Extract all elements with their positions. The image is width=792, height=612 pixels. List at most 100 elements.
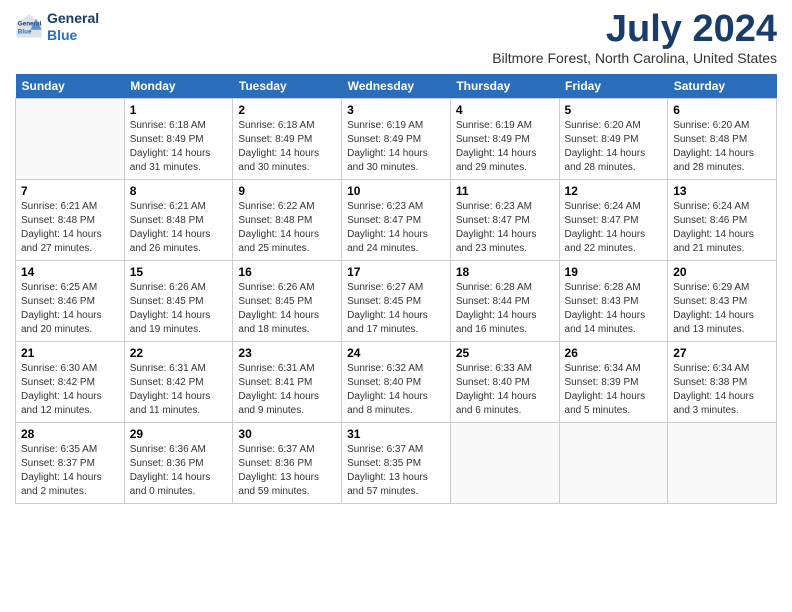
logo-icon: General Blue: [15, 13, 43, 41]
cell-content: Sunrise: 6:25 AMSunset: 8:46 PMDaylight:…: [21, 281, 119, 337]
day-number: 14: [21, 265, 119, 279]
cell-content: Sunrise: 6:27 AMSunset: 8:45 PMDaylight:…: [347, 281, 445, 337]
calendar-cell: 23 Sunrise: 6:31 AMSunset: 8:41 PMDayligh…: [233, 342, 342, 423]
cell-content: Sunrise: 6:21 AMSunset: 8:48 PMDaylight:…: [21, 200, 119, 256]
day-number: 26: [565, 346, 663, 360]
day-number: 10: [347, 184, 445, 198]
logo-general: General: [47, 10, 99, 27]
calendar-cell: [668, 423, 777, 504]
cell-content: Sunrise: 6:31 AMSunset: 8:42 PMDaylight:…: [130, 362, 228, 418]
day-number: 9: [238, 184, 336, 198]
calendar-cell: 2 Sunrise: 6:18 AMSunset: 8:49 PMDaylight…: [233, 99, 342, 180]
cell-content: Sunrise: 6:34 AMSunset: 8:39 PMDaylight:…: [565, 362, 663, 418]
cell-content: Sunrise: 6:28 AMSunset: 8:43 PMDaylight:…: [565, 281, 663, 337]
calendar-cell: [559, 423, 668, 504]
calendar-cell: 20 Sunrise: 6:29 AMSunset: 8:43 PMDayligh…: [668, 261, 777, 342]
calendar-cell: 15 Sunrise: 6:26 AMSunset: 8:45 PMDayligh…: [124, 261, 233, 342]
calendar-week-5: 28Sunrise: 6:35 AMSunset: 8:37 PMDayligh…: [16, 423, 777, 504]
calendar-cell: 14 Sunrise: 6:25 AMSunset: 8:46 PMDayligh…: [16, 261, 125, 342]
cell-content: Sunrise: 6:26 AMSunset: 8:45 PMDaylight:…: [130, 281, 228, 337]
day-number: 7: [21, 184, 119, 198]
calendar-week-1: 1 Sunrise: 6:18 AMSunset: 8:49 PMDaylight…: [16, 99, 777, 180]
cell-content: Sunrise: 6:20 AMSunset: 8:48 PMDaylight:…: [673, 119, 771, 175]
cell-content: Sunrise: 6:29 AMSunset: 8:43 PMDaylight:…: [673, 281, 771, 337]
day-number: 12: [565, 184, 663, 198]
logo: General Blue General Blue: [15, 10, 99, 44]
cell-content: Sunrise: 6:22 AMSunset: 8:48 PMDaylight:…: [238, 200, 336, 256]
cell-content: Sunrise: 6:30 AMSunset: 8:42 PMDaylight:…: [21, 362, 119, 418]
day-number: 5: [565, 103, 663, 117]
cell-content: Sunrise: 6:34 AMSunset: 8:38 PMDaylight:…: [673, 362, 771, 418]
logo-blue: Blue: [47, 27, 99, 44]
calendar-cell: 3 Sunrise: 6:19 AMSunset: 8:49 PMDaylight…: [342, 99, 451, 180]
calendar-cell: 16 Sunrise: 6:26 AMSunset: 8:45 PMDayligh…: [233, 261, 342, 342]
calendar-cell: 12Sunrise: 6:24 AMSunset: 8:47 PMDayligh…: [559, 180, 668, 261]
day-number: 4: [456, 103, 554, 117]
header-sunday: Sunday: [16, 74, 125, 99]
day-number: 8: [130, 184, 228, 198]
day-number: 29: [130, 427, 228, 441]
cell-content: Sunrise: 6:36 AMSunset: 8:36 PMDaylight:…: [130, 443, 228, 499]
calendar-cell: 5 Sunrise: 6:20 AMSunset: 8:49 PMDaylight…: [559, 99, 668, 180]
day-number: 24: [347, 346, 445, 360]
location-subtitle: Biltmore Forest, North Carolina, United …: [15, 50, 777, 66]
day-number: 25: [456, 346, 554, 360]
cell-content: Sunrise: 6:33 AMSunset: 8:40 PMDaylight:…: [456, 362, 554, 418]
cell-content: Sunrise: 6:18 AMSunset: 8:49 PMDaylight:…: [130, 119, 228, 175]
day-number: 31: [347, 427, 445, 441]
cell-content: Sunrise: 6:31 AMSunset: 8:41 PMDaylight:…: [238, 362, 336, 418]
calendar-cell: 28Sunrise: 6:35 AMSunset: 8:37 PMDayligh…: [16, 423, 125, 504]
calendar-header-row: SundayMondayTuesdayWednesdayThursdayFrid…: [16, 74, 777, 99]
cell-content: Sunrise: 6:21 AMSunset: 8:48 PMDaylight:…: [130, 200, 228, 256]
calendar-cell: 1 Sunrise: 6:18 AMSunset: 8:49 PMDaylight…: [124, 99, 233, 180]
day-number: 20: [673, 265, 771, 279]
calendar-cell: 13Sunrise: 6:24 AMSunset: 8:46 PMDayligh…: [668, 180, 777, 261]
calendar-cell: 21Sunrise: 6:30 AMSunset: 8:42 PMDayligh…: [16, 342, 125, 423]
header-thursday: Thursday: [450, 74, 559, 99]
cell-content: Sunrise: 6:19 AMSunset: 8:49 PMDaylight:…: [456, 119, 554, 175]
svg-text:Blue: Blue: [18, 28, 32, 35]
day-number: 22: [130, 346, 228, 360]
calendar-cell: 27Sunrise: 6:34 AMSunset: 8:38 PMDayligh…: [668, 342, 777, 423]
page-header: General Blue General Blue July 2024: [15, 10, 777, 48]
day-number: 17: [347, 265, 445, 279]
cell-content: Sunrise: 6:18 AMSunset: 8:49 PMDaylight:…: [238, 119, 336, 175]
calendar-cell: 18Sunrise: 6:28 AMSunset: 8:44 PMDayligh…: [450, 261, 559, 342]
header-wednesday: Wednesday: [342, 74, 451, 99]
day-number: 2: [238, 103, 336, 117]
calendar-cell: 8 Sunrise: 6:21 AMSunset: 8:48 PMDaylight…: [124, 180, 233, 261]
day-number: 23: [238, 346, 336, 360]
cell-content: Sunrise: 6:37 AMSunset: 8:35 PMDaylight:…: [347, 443, 445, 499]
header-tuesday: Tuesday: [233, 74, 342, 99]
calendar-cell: 31 Sunrise: 6:37 AMSunset: 8:35 PMDayligh…: [342, 423, 451, 504]
calendar-week-4: 21Sunrise: 6:30 AMSunset: 8:42 PMDayligh…: [16, 342, 777, 423]
cell-content: Sunrise: 6:20 AMSunset: 8:49 PMDaylight:…: [565, 119, 663, 175]
day-number: 16: [238, 265, 336, 279]
calendar-cell: 22 Sunrise: 6:31 AMSunset: 8:42 PMDayligh…: [124, 342, 233, 423]
calendar-cell: 24Sunrise: 6:32 AMSunset: 8:40 PMDayligh…: [342, 342, 451, 423]
title-block: July 2024: [606, 10, 777, 48]
calendar-cell: 9 Sunrise: 6:22 AMSunset: 8:48 PMDaylight…: [233, 180, 342, 261]
day-number: 11: [456, 184, 554, 198]
calendar-cell: 30Sunrise: 6:37 AMSunset: 8:36 PMDayligh…: [233, 423, 342, 504]
calendar-cell: [450, 423, 559, 504]
day-number: 18: [456, 265, 554, 279]
calendar-cell: 4 Sunrise: 6:19 AMSunset: 8:49 PMDaylight…: [450, 99, 559, 180]
cell-content: Sunrise: 6:35 AMSunset: 8:37 PMDaylight:…: [21, 443, 119, 499]
day-number: 19: [565, 265, 663, 279]
cell-content: Sunrise: 6:37 AMSunset: 8:36 PMDaylight:…: [238, 443, 336, 499]
calendar-cell: 19 Sunrise: 6:28 AMSunset: 8:43 PMDayligh…: [559, 261, 668, 342]
calendar-cell: 26 Sunrise: 6:34 AMSunset: 8:39 PMDayligh…: [559, 342, 668, 423]
day-number: 6: [673, 103, 771, 117]
cell-content: Sunrise: 6:26 AMSunset: 8:45 PMDaylight:…: [238, 281, 336, 337]
calendar-cell: [16, 99, 125, 180]
calendar-cell: 7 Sunrise: 6:21 AMSunset: 8:48 PMDaylight…: [16, 180, 125, 261]
day-number: 15: [130, 265, 228, 279]
day-number: 3: [347, 103, 445, 117]
cell-content: Sunrise: 6:19 AMSunset: 8:49 PMDaylight:…: [347, 119, 445, 175]
header-monday: Monday: [124, 74, 233, 99]
calendar-cell: 10Sunrise: 6:23 AMSunset: 8:47 PMDayligh…: [342, 180, 451, 261]
day-number: 1: [130, 103, 228, 117]
calendar-cell: 6 Sunrise: 6:20 AMSunset: 8:48 PMDaylight…: [668, 99, 777, 180]
calendar-week-3: 14 Sunrise: 6:25 AMSunset: 8:46 PMDayligh…: [16, 261, 777, 342]
